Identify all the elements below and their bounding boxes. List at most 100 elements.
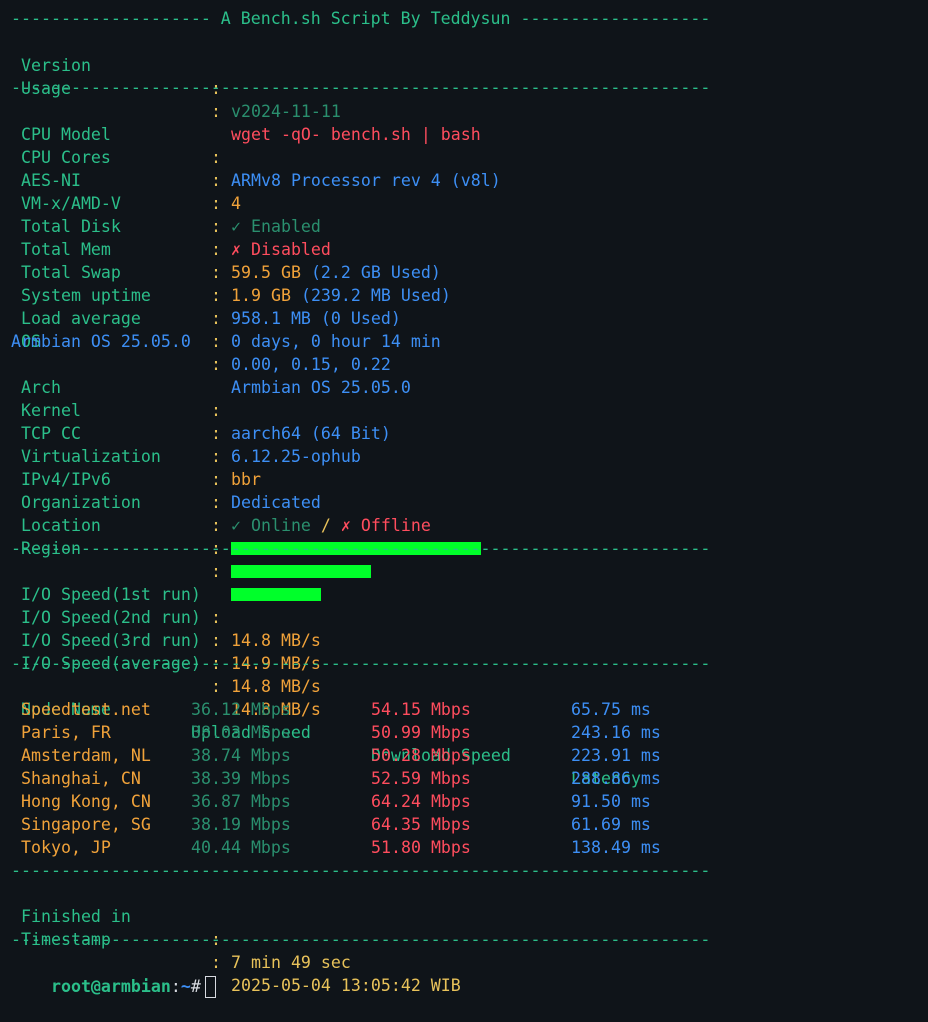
disk-total: 59.5 GB (231, 263, 301, 282)
row-kernel: Kernel : 6.12.25-ophub (11, 376, 361, 466)
row-value: 14.8 MB/s (231, 677, 321, 696)
row-value: Dedicated (231, 493, 321, 512)
upload-speed: 38.74 Mbps (191, 746, 291, 765)
row-finished: Finished in : 7 min 49 sec (11, 882, 351, 972)
latency: 61.69 ms (571, 815, 651, 834)
row-arch: Arch : aarch64 (64 Bit) (11, 353, 391, 443)
row-mem: Total Mem : 1.9 GB (239.2 MB Used) (11, 215, 451, 305)
row-colon: : (211, 102, 221, 121)
node-name: Hong Kong, CN (21, 792, 151, 811)
text-cursor[interactable] (204, 975, 216, 998)
row-value: 14.8 MB/s (231, 631, 321, 650)
row-cpu-model: CPU Model : ARMv8 Processor rev 4 (v8l) (11, 100, 501, 190)
download-speed: 64.24 Mbps (371, 792, 471, 811)
latency: 243.16 ms (571, 723, 661, 742)
shell-prompt[interactable]: root@armbian:~# (11, 952, 216, 998)
row-usage: Usage : wget -qO- bench.sh | bash (11, 54, 481, 144)
latency: 138.49 ms (571, 838, 661, 857)
separator: ----------------------------------------… (11, 78, 711, 97)
latency: 91.50 ms (571, 792, 651, 811)
prompt-path: ~ (180, 977, 191, 996)
row-value: 0.00, 0.15, 0.22 (231, 355, 391, 374)
row-value: ✓ Enabled (231, 217, 321, 236)
row-version: Version : v2024-11-11 (11, 31, 341, 121)
row-colon: : (211, 424, 221, 443)
row-colon: : (211, 263, 221, 282)
speed-header: Node Name Upload Speed Download Speed La… (11, 675, 641, 788)
row-colon: : (211, 194, 221, 213)
row-disk: Total Disk : 59.5 GB (2.2 GB Used) (11, 192, 441, 282)
upload-speed: 36.12 Mbps (191, 700, 291, 719)
upload-speed: 36.87 Mbps (191, 792, 291, 811)
row-value: v2024-11-11 (231, 102, 341, 121)
row-value: bbr (231, 470, 261, 489)
row-value: ✗ Disabled (231, 240, 331, 259)
latency: 65.75 ms (571, 700, 651, 719)
upload-speed: 40.44 Mbps (191, 838, 291, 857)
row-load: Load average : 0.00, 0.15, 0.22 (11, 284, 391, 374)
row-value: 0 days, 0 hour 14 min (231, 332, 441, 351)
redaction-bar (231, 565, 371, 578)
separator: ----------------------------------------… (11, 654, 711, 673)
separator: ----------------------------------------… (11, 930, 711, 949)
header-title: -------------------- A Bench.sh Script B… (11, 9, 711, 28)
row-io-1: I/O Speed(1st run) : 14.8 MB/s (11, 560, 321, 650)
node-name: Speedtest.net (21, 700, 151, 719)
row-os: OS : Armbian OS 25.05.0 (11, 307, 411, 397)
ip-slash: / (310, 516, 341, 535)
redaction-bar (231, 588, 321, 601)
terminal-window[interactable]: -------------------- A Bench.sh Script B… (0, 0, 928, 998)
row-tcp: TCP CC : bbr (11, 399, 261, 489)
row-colon: : (211, 516, 221, 535)
row-timestamp: Timestamp : 2025-05-04 13:05:42 WIB (11, 905, 461, 995)
row-io-avg: I/O Speed(average) : 14.8 MB/s (11, 629, 321, 719)
row-location: Location : (11, 491, 371, 578)
row-colon: : (211, 470, 221, 489)
row-organization: Organization : (11, 468, 481, 555)
row-colon: : (211, 355, 221, 374)
prompt-user: root@armbian (50, 977, 171, 996)
row-io-3: I/O Speed(3rd run) : 14.8 MB/s (11, 606, 321, 696)
row-value: Armbian OS 25.05.0 (231, 378, 411, 397)
row-value: 4 (231, 194, 241, 213)
download-speed: 50.28 Mbps (371, 746, 471, 765)
row-value: 958.1 MB (0 Used) (231, 309, 401, 328)
row-colon: : (211, 608, 221, 627)
row-region: Region : (11, 514, 321, 601)
latency: 223.91 ms (571, 746, 661, 765)
row-colon: : (211, 240, 221, 259)
row-colon: : (211, 562, 221, 581)
node-name: Amsterdam, NL (21, 746, 151, 765)
row-colon: : (211, 217, 221, 236)
prompt-sep: : (170, 977, 181, 996)
row-colon: : (211, 631, 221, 650)
node-name: Tokyo, JP (21, 838, 111, 857)
disk-used: (2.2 GB Used) (310, 263, 441, 282)
upload-speed: 38.19 Mbps (191, 815, 291, 834)
prompt-symbol: # (190, 977, 201, 996)
node-name: Shanghai, CN (21, 769, 141, 788)
download-speed: 51.80 Mbps (371, 838, 471, 857)
separator: ----------------------------------------… (11, 539, 711, 558)
row-colon: : (211, 309, 221, 328)
download-speed: 50.99 Mbps (371, 723, 471, 742)
row-value: aarch64 (64 Bit) (231, 424, 391, 443)
row-aes: AES-NI : ✓ Enabled (11, 146, 321, 236)
row-uptime: System uptime : 0 days, 0 hour 14 min (11, 261, 441, 351)
mem-used: (239.2 MB Used) (300, 286, 451, 305)
row-colon: : (211, 493, 221, 512)
os-wrap-line: Armbian OS 25.05.0 (11, 332, 191, 351)
upload-speed: 38.39 Mbps (191, 769, 291, 788)
row-virt: Virtualization : Dedicated (11, 422, 321, 512)
row-colon: : (211, 401, 221, 420)
node-name: Paris, FR (21, 723, 111, 742)
row-value: ARMv8 Processor rev 4 (v8l) (231, 171, 501, 190)
row-io-2: I/O Speed(2nd run) : 14.9 MB/s (11, 583, 321, 673)
download-speed: 52.59 Mbps (371, 769, 471, 788)
row-colon: : (211, 171, 221, 190)
ipv4-status: ✓ Online (231, 516, 311, 535)
row-value: wget -qO- bench.sh | bash (231, 125, 481, 144)
row-ip: IPv4/IPv6 : ✓ Online / ✗ Offline (11, 445, 431, 535)
download-speed: 54.15 Mbps (371, 700, 471, 719)
row-cpu-cores: CPU Cores : 4 (11, 123, 241, 213)
